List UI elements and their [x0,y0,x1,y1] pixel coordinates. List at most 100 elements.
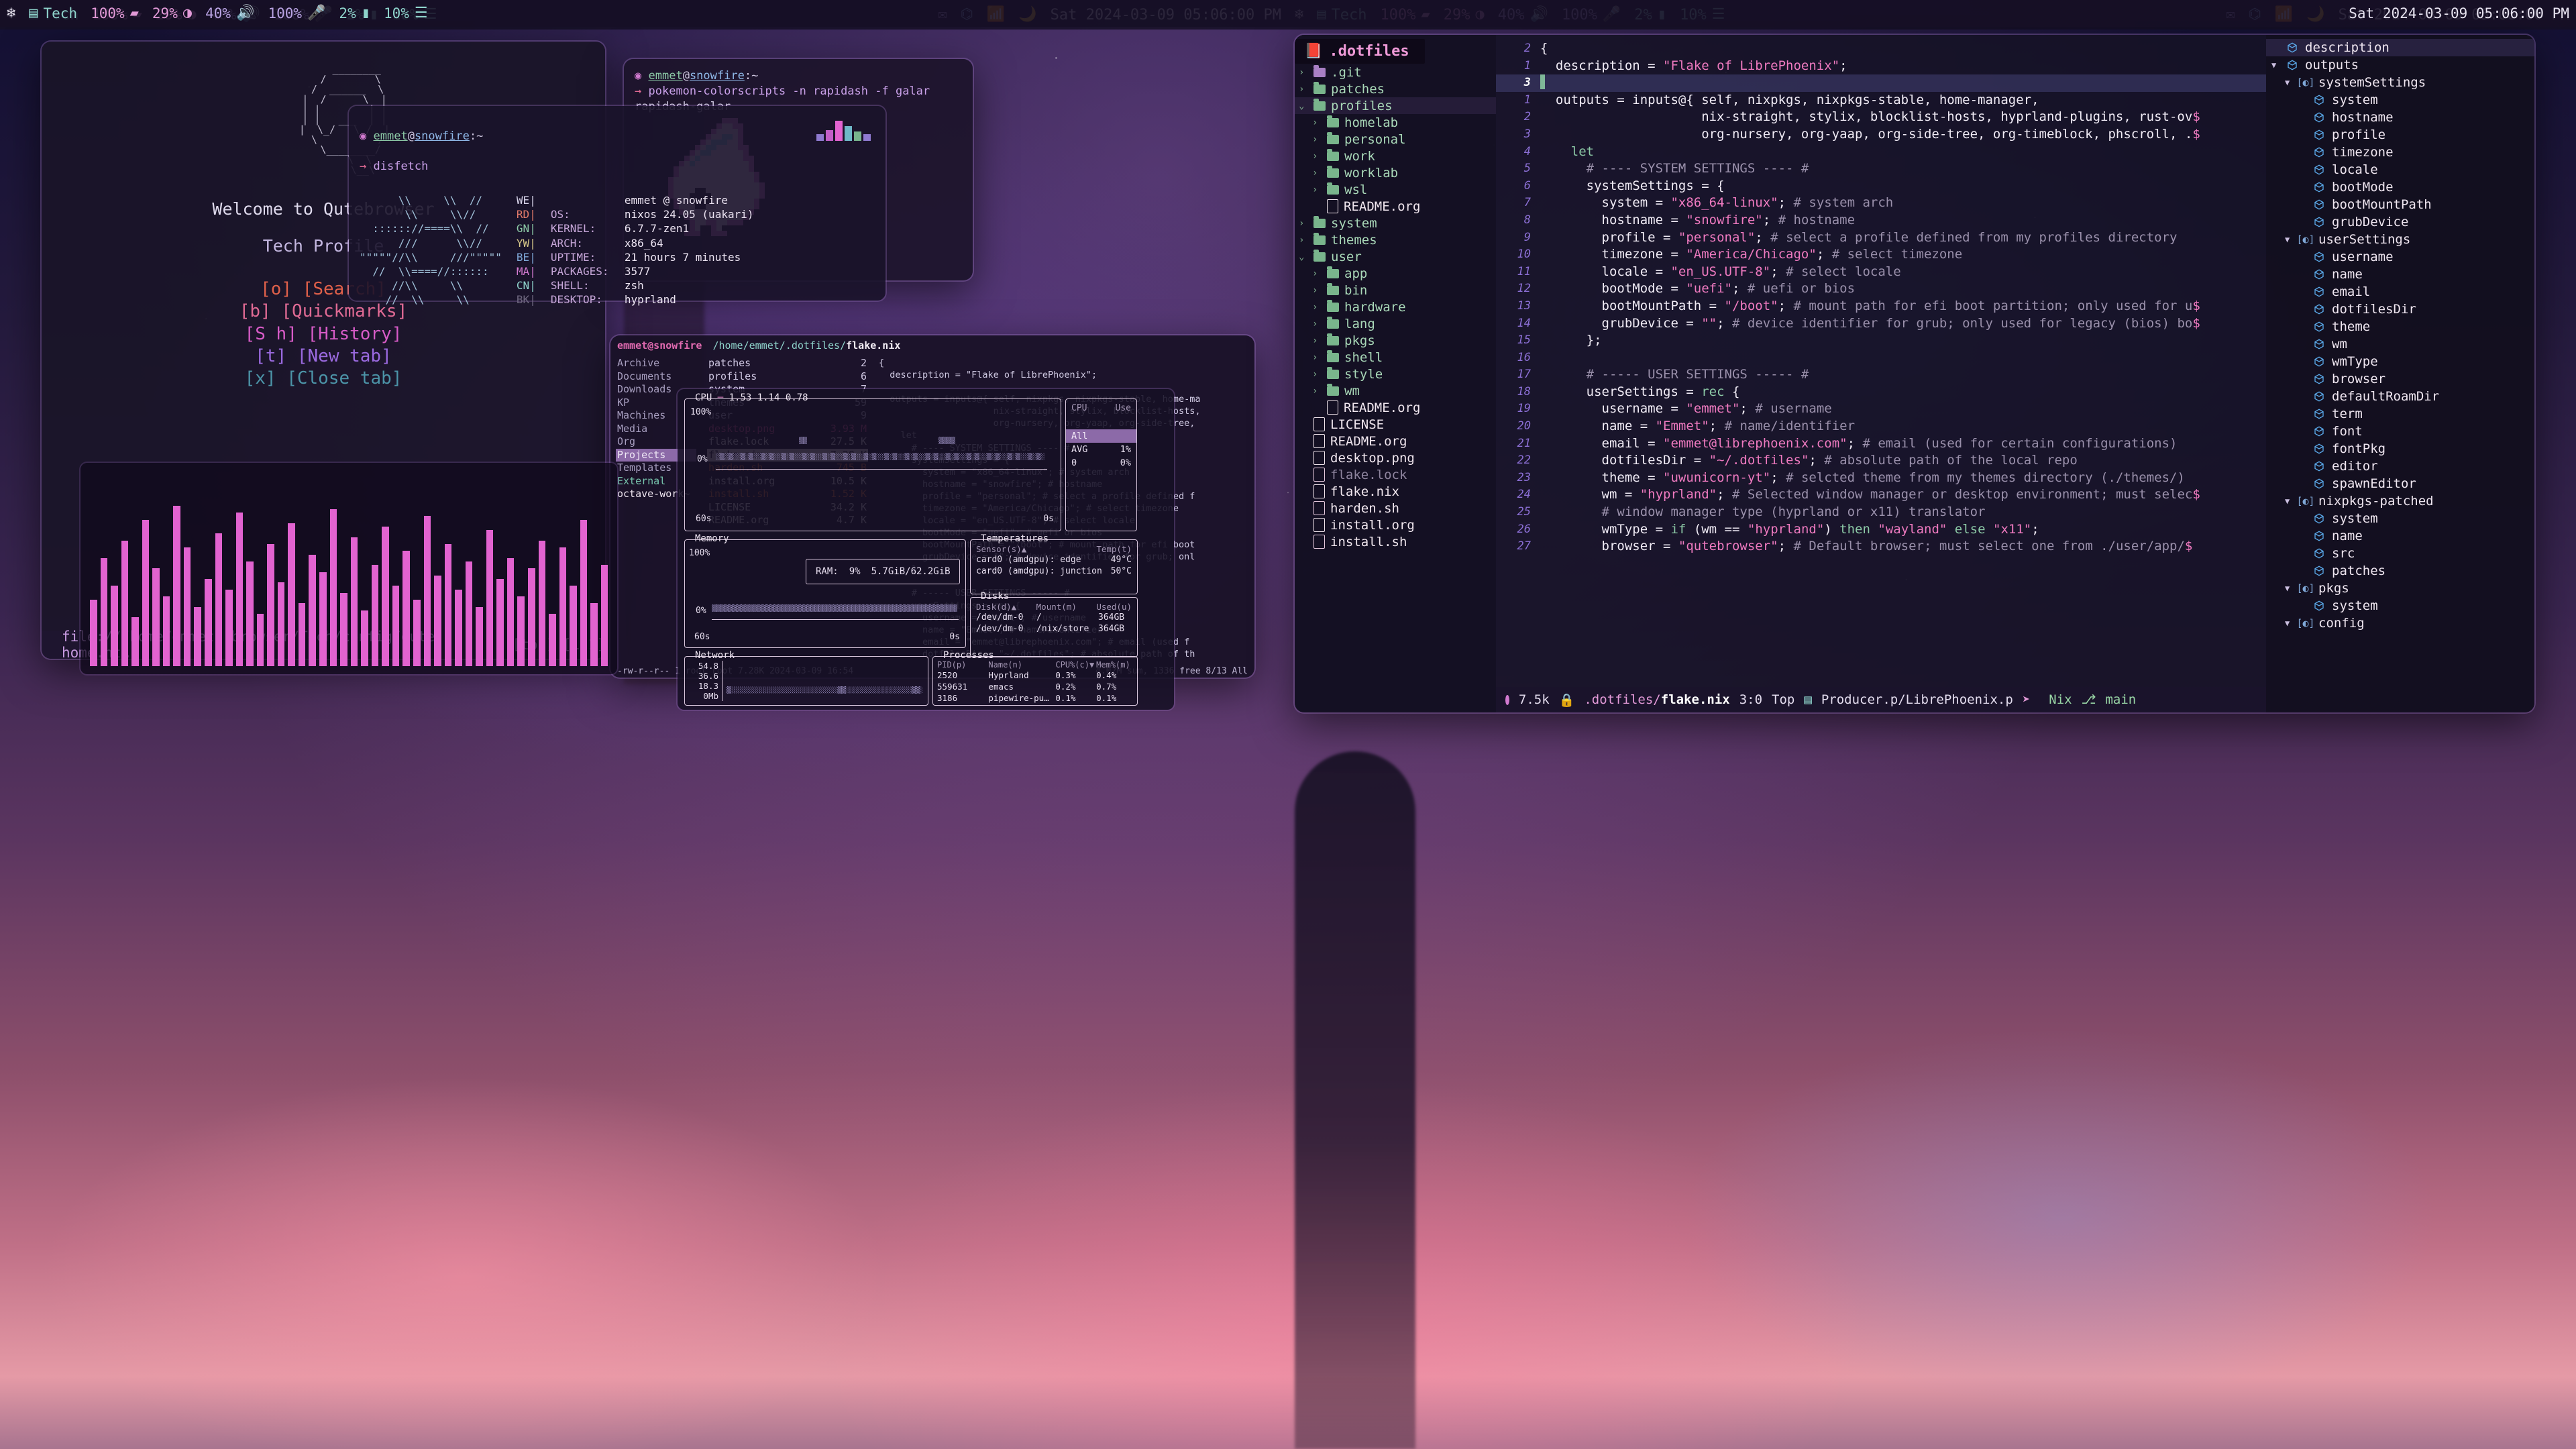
tree-dir-item[interactable]: › hardware [1295,299,1496,315]
bottom-workspace[interactable]: ▤ Tech [22,5,84,21]
outline-item[interactable]: dotfilesDir [2266,301,2534,318]
tree-dir-item[interactable]: › lang [1295,315,1496,332]
emacs-project-header[interactable]: 📕 .dotfiles [1295,39,1425,64]
code-line[interactable]: 18 userSettings = rec { [1496,384,2266,401]
triangle-down-icon[interactable]: ▼ [2285,78,2293,87]
outline-item[interactable]: ▼ [◐] userSettings [2266,231,2534,248]
outline-item[interactable]: profile [2266,126,2534,144]
tree-file-item[interactable]: README.org [1295,433,1496,449]
btop-disks-box[interactable]: Disks Disk(d)▲ Mount(m) Used(u) /dev/dm-… [970,591,1138,657]
emacs-buffer[interactable]: 2{1 description = "Flake of LibrePhoenix… [1496,35,2266,712]
outline-item[interactable]: system [2266,510,2534,527]
btop-temp-col-sensor[interactable]: Sensor(s)▲ [976,544,1026,554]
outline-item[interactable]: browser [2266,370,2534,388]
btop-disk-col-disk[interactable]: Disk(d)▲ [976,602,1016,612]
tree-dir-item[interactable]: › .git [1295,64,1496,80]
chevron-right-icon[interactable]: › [1312,285,1322,296]
btop-system-monitor[interactable]: CPU ─ 1.53 1.14 0.78 100% 0% ░▒░▒░░▒░▒░░… [678,389,1174,710]
btop-processes-box[interactable]: Processes PID(p) Name(n) CPU%(c)▼ Mem%(m… [932,650,1138,706]
tree-file-item[interactable]: flake.lock [1295,466,1496,483]
outline-item[interactable]: hostname [2266,109,2534,126]
outline-item[interactable]: grubDevice [2266,213,2534,231]
code-line[interactable]: 7 system = "x86_64-linux"; # system arch [1496,195,2266,212]
outline-item[interactable]: fontPkg [2266,440,2534,458]
outline-item[interactable]: description [2266,39,2534,56]
chevron-right-icon[interactable]: › [1299,235,1308,246]
chevron-right-icon[interactable]: › [1312,117,1322,128]
bottom-brightness[interactable]: 29% ◑ [146,5,199,21]
code-line[interactable]: 2 nix-straight, stylix, blocklist-hosts,… [1496,109,2266,126]
chevron-right-icon[interactable]: › [1312,302,1322,313]
outline-item[interactable]: timezone [2266,144,2534,161]
outline-item[interactable]: defaultRoamDir [2266,388,2534,405]
tree-file-item[interactable]: install.sh [1295,533,1496,550]
triangle-down-icon[interactable]: ▼ [2285,496,2293,506]
code-line[interactable]: 4 let [1496,144,2266,161]
ranger-parent-item[interactable]: Documents [616,370,696,384]
btop-process-row[interactable]: 3186 pipewire-pu… 0.1% 0.1% [937,692,1133,704]
outline-item[interactable]: bootMode [2266,178,2534,196]
code-line[interactable]: 24 wm = "hyprland"; # Selected window ma… [1496,486,2266,504]
bottom-volume[interactable]: 40% 🔊 [199,5,261,21]
btop-disk-col-mount[interactable]: Mount(m) [1036,602,1077,612]
code-line[interactable]: 12 bootMode = "uefi"; # uefi or bios [1496,280,2266,298]
tree-dir-item[interactable]: › work [1295,148,1496,164]
tree-dir-item[interactable]: › themes [1295,231,1496,248]
ranger-file-row[interactable]: profiles 6 [707,370,868,384]
code-line[interactable]: 25 # window manager type (hyprland or x1… [1496,504,2266,521]
outline-item[interactable]: ▼ [◐] systemSettings [2266,74,2534,91]
btop-proc-col-name[interactable]: Name(n) [988,660,1055,669]
bottom-status-bar[interactable]: ❄ ▤ Tech 100% ▰ 29% ◑ 40% 🔊 100% 🎤 2% ▮ 10% ☰ S… [0,0,2576,27]
btop-temp-col-temp[interactable]: Temp(t) [1096,544,1132,554]
chevron-right-icon[interactable]: › [1312,386,1322,396]
code-line[interactable]: 16 [1496,350,2266,367]
ranger-file-row[interactable]: patches 2 [707,357,868,370]
ranger-parent-item[interactable]: Archive [616,357,696,370]
tree-file-item[interactable]: harden.sh [1295,500,1496,517]
emacs-outline-panel[interactable]: description ▼ outputs ▼ [◐] systemSettings sys… [2266,35,2534,712]
code-line[interactable]: 11 locale = "en_US.UTF-8"; # select loca… [1496,264,2266,281]
disfetch-terminal-window[interactable]: ◉ emmet@snowfire:~ → disfetch \\ \\ // \… [349,106,885,306]
emacs-code-area[interactable]: 2{1 description = "Flake of LibrePhoenix… [1496,35,2266,555]
triangle-down-icon[interactable]: ▼ [2271,60,2279,70]
chevron-right-icon[interactable]: › [1312,268,1322,279]
btop-proc-col-cpu[interactable]: CPU%(c)▼ [1055,660,1096,669]
tree-file-item[interactable]: desktop.png [1295,449,1496,466]
outline-item[interactable]: ▼ outputs [2266,56,2534,74]
outline-item[interactable]: term [2266,405,2534,423]
tree-dir-item[interactable]: › app [1295,265,1496,282]
chevron-right-icon[interactable]: › [1312,151,1322,162]
btop-disk-col-used[interactable]: Used(u) [1096,602,1132,612]
outline-item[interactable]: name [2266,266,2534,283]
chevron-right-icon[interactable]: › [1312,134,1322,145]
tree-file-item[interactable]: README.org [1295,399,1496,416]
code-line[interactable]: 22 dotfilesDir = "~/.dotfiles"; # absolu… [1496,452,2266,470]
btop-cpu-core-row[interactable]: 0 0% [1066,456,1136,470]
emacs-window[interactable]: 📕 .dotfiles › .git › patches ⌄ profiles › homel… [1295,35,2534,712]
tree-dir-item[interactable]: › worklab [1295,164,1496,181]
bottom-clock[interactable]: Sat 2024-03-09 05:06:00 PM [2342,5,2576,21]
bottom-battery[interactable]: 100% ▰ [84,5,146,21]
btop-temperatures-box[interactable]: Temperatures Sensor(s)▲ Temp(t) card0 (a… [970,533,1138,594]
bottom-cpu[interactable]: 2% ▮ [332,5,377,21]
outline-item[interactable]: email [2266,283,2534,301]
tree-dir-item[interactable]: › pkgs [1295,332,1496,349]
btop-process-row[interactable]: 2520 Hyprland 0.3% 0.4% [937,669,1133,681]
outline-item[interactable]: patches [2266,562,2534,580]
code-line[interactable]: 8 hostname = "snowfire"; # hostname [1496,212,2266,229]
triangle-down-icon[interactable]: ▼ [2285,619,2293,628]
tree-dir-item[interactable]: › system [1295,215,1496,231]
tree-file-item[interactable]: LICENSE [1295,416,1496,433]
chevron-right-icon[interactable]: › [1312,352,1322,363]
btop-proc-col-pid[interactable]: PID(p) [937,660,988,669]
outline-item[interactable]: wm [2266,335,2534,353]
chevron-right-icon[interactable]: › [1299,67,1308,78]
outline-item[interactable]: ▼ [◐] pkgs [2266,580,2534,597]
outline-item[interactable]: ▼ [◐] config [2266,614,2534,632]
code-line[interactable]: 10 timezone = "America/Chicago"; # selec… [1496,246,2266,264]
outline-item[interactable]: spawnEditor [2266,475,2534,492]
tree-dir-item[interactable]: › wsl [1295,181,1496,198]
code-line[interactable]: 9 profile = "personal"; # select a profi… [1496,229,2266,247]
tree-dir-item[interactable]: › shell [1295,349,1496,366]
bottom-nix-logo[interactable]: ❄ [0,6,22,21]
